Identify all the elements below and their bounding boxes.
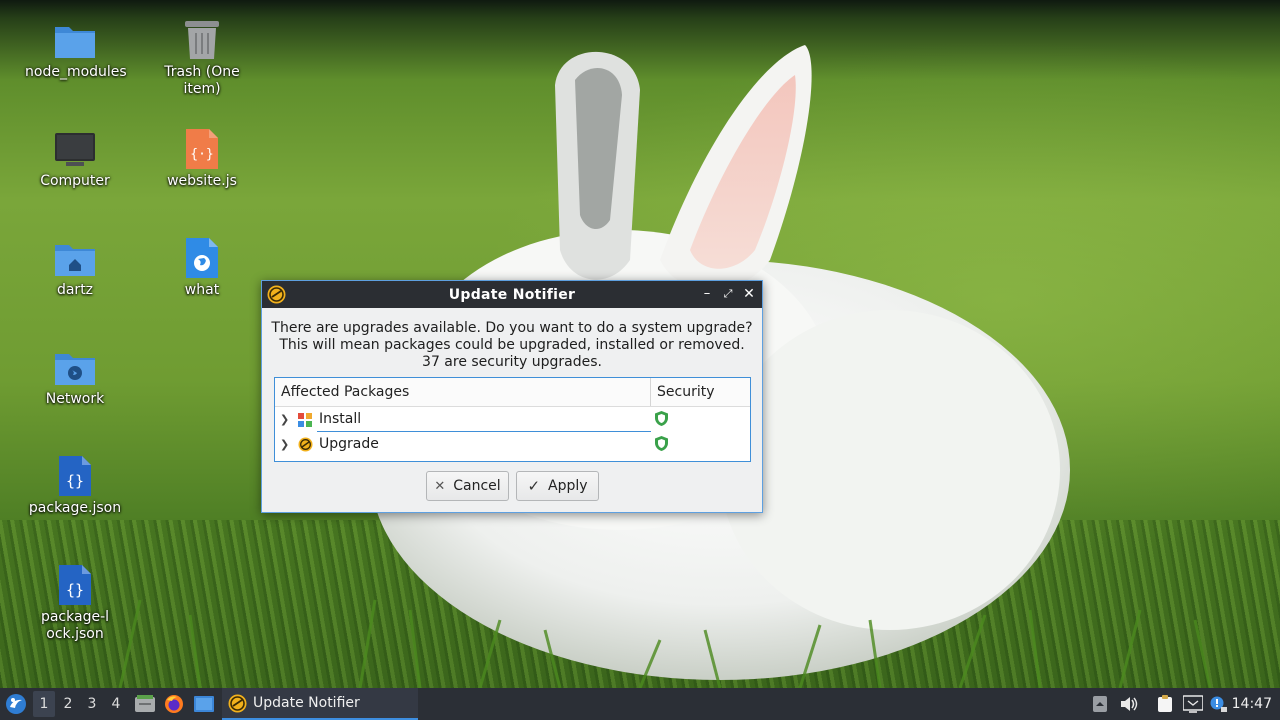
desktop-icon-label: node_modules: [25, 64, 127, 80]
apply-button[interactable]: ✓ Apply: [516, 471, 599, 501]
expand-arrow-icon[interactable]: ❯: [280, 438, 289, 451]
firefox-launcher-icon[interactable]: [162, 688, 186, 720]
desktop-icon-trash[interactable]: Trash (One item): [142, 18, 262, 98]
shield-icon: [654, 410, 669, 431]
desktop-icon-website-js[interactable]: {·} website.js: [142, 127, 262, 190]
svg-text:{}: {}: [66, 472, 84, 490]
desktop-icon-dartz[interactable]: dartz: [15, 236, 135, 299]
row-label: Upgrade: [319, 436, 379, 452]
computer-icon: [53, 127, 97, 171]
start-menu-button[interactable]: [3, 688, 29, 720]
message-line: This will mean packages could be upgrade…: [279, 337, 745, 353]
update-notifier-dialog: Update Notifier – ⤢ ✕ There are upgrades…: [261, 280, 763, 513]
desktop-icon-label: Computer: [40, 173, 110, 189]
workspace-2[interactable]: 2: [57, 688, 79, 720]
file-manager-launcher-icon[interactable]: [133, 688, 157, 720]
desktop-icon-label: package-lock.json: [40, 609, 110, 642]
update-notifier-app-icon: [228, 694, 247, 712]
workspace-4[interactable]: 4: [105, 688, 127, 720]
web-file-icon: [180, 236, 224, 280]
desktop-icon-package-lock-json[interactable]: {} package-lock.json: [15, 563, 135, 643]
row-label: Install: [319, 411, 362, 427]
svg-text:{}: {}: [66, 581, 84, 599]
taskbar: 1 2 3 4 Update Notifier 14:47: [0, 688, 1280, 720]
clock[interactable]: 14:47: [1232, 688, 1272, 720]
taskbar-task-update-notifier[interactable]: Update Notifier: [222, 688, 418, 720]
upgrade-icon: [298, 437, 313, 456]
task-label: Update Notifier: [253, 695, 360, 711]
checkmark-icon: ✓: [527, 477, 541, 495]
desktop-icon-label: what: [184, 282, 220, 298]
desktop-icon-network[interactable]: Network: [15, 345, 135, 408]
shield-icon: [654, 435, 669, 456]
expand-arrow-icon[interactable]: ❯: [280, 413, 289, 426]
close-icon[interactable]: ✕: [741, 286, 757, 302]
home-folder-icon: [53, 236, 97, 280]
desktop-icon-what[interactable]: what: [142, 236, 262, 299]
desktop-icon-label: package.json: [28, 500, 122, 516]
minimize-icon[interactable]: –: [699, 286, 715, 302]
desktop-icon-label: website.js: [167, 173, 237, 189]
message-line: There are upgrades available. Do you wan…: [271, 320, 753, 336]
json-file-icon: {}: [53, 454, 97, 498]
lubuntu-logo-icon: [6, 694, 26, 714]
column-header-security[interactable]: Security: [651, 378, 750, 406]
desktop-icon-node-modules[interactable]: node_modules: [15, 18, 135, 81]
update-notifier-app-icon: [267, 285, 286, 308]
update-alert-icon[interactable]: [1208, 688, 1230, 720]
cancel-button[interactable]: ✕ Cancel: [426, 471, 509, 501]
tree-header: Affected Packages Security: [275, 378, 750, 407]
install-icon: [298, 412, 312, 431]
desktop-icon-label: dartz: [56, 282, 94, 298]
desktop-icon-label: Network: [45, 391, 105, 407]
dialog-message: There are upgrades available. Do you wan…: [262, 320, 762, 371]
svg-text:{·}: {·}: [190, 147, 213, 162]
workspace-1[interactable]: 1: [33, 691, 55, 717]
tray-expand-icon[interactable]: [1090, 688, 1110, 720]
network-monitor-icon[interactable]: [1181, 688, 1205, 720]
dialog-titlebar[interactable]: Update Notifier – ⤢ ✕: [262, 281, 762, 308]
show-desktop-icon[interactable]: [192, 688, 216, 720]
cancel-x-icon: ✕: [434, 478, 446, 494]
workspace-3[interactable]: 3: [81, 688, 103, 720]
clipboard-icon[interactable]: [1154, 688, 1176, 720]
desktop-icon-package-json[interactable]: {} package.json: [15, 454, 135, 517]
tree-row-upgrade[interactable]: ❯ Upgrade: [275, 432, 750, 457]
message-line: 37 are security upgrades.: [422, 354, 602, 370]
column-header-affected-packages[interactable]: Affected Packages: [275, 378, 651, 406]
apply-label: Apply: [548, 478, 588, 494]
desktop-icon-label: Trash (One item): [164, 64, 240, 97]
desktop-icon-computer[interactable]: Computer: [15, 127, 135, 190]
folder-icon: [53, 18, 97, 62]
dialog-title: Update Notifier: [448, 286, 576, 303]
trash-icon: [180, 18, 224, 62]
network-folder-icon: [53, 345, 97, 389]
tree-row-install[interactable]: ❯ Install: [275, 407, 750, 432]
affected-packages-tree[interactable]: Affected Packages Security ❯ Install ❯ U…: [274, 377, 751, 462]
maximize-icon[interactable]: ⤢: [720, 286, 736, 302]
javascript-file-icon: {·}: [180, 127, 224, 171]
cancel-label: Cancel: [453, 478, 501, 494]
volume-icon[interactable]: [1118, 688, 1140, 720]
json-file-icon: {}: [53, 563, 97, 607]
